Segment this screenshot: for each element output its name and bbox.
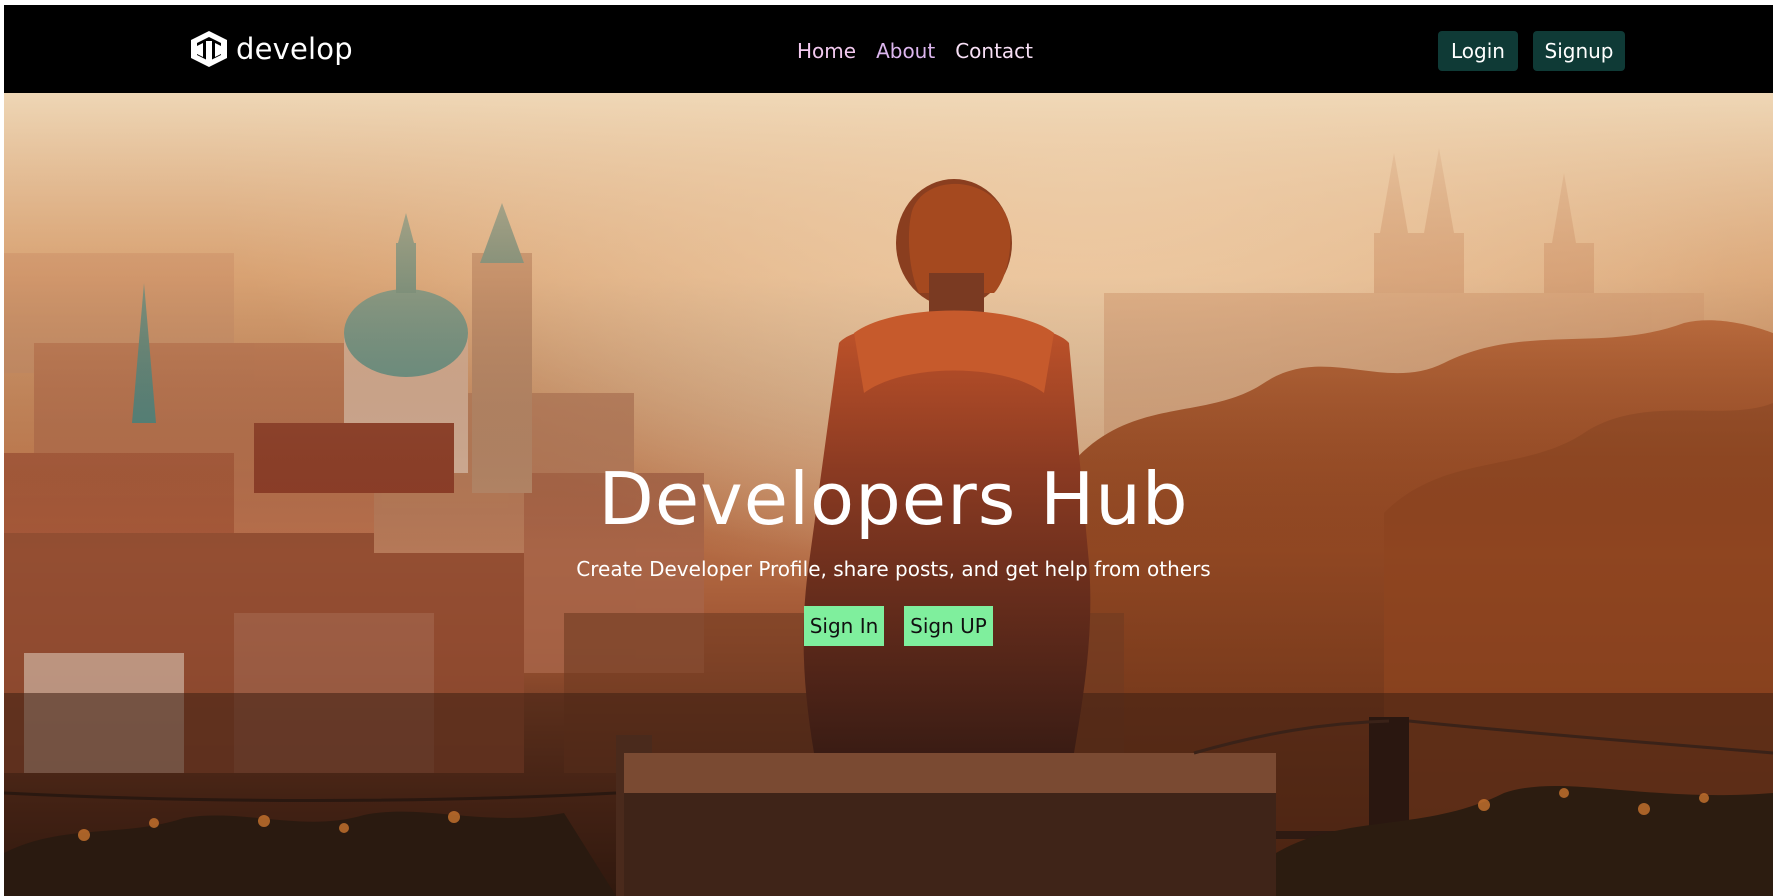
nav-link-about[interactable]: About (876, 41, 935, 61)
signup-button[interactable]: Signup (1533, 31, 1625, 71)
navbar: develop Home About Contact Login Signup (4, 5, 1773, 93)
brand-logo-icon (191, 31, 227, 67)
nav-link-contact[interactable]: Contact (955, 41, 1033, 61)
brand-name: develop (236, 31, 353, 66)
page-frame: develop Home About Contact Login Signup (4, 5, 1773, 896)
brand-link[interactable]: develop (188, 29, 353, 69)
nav-link-home[interactable]: Home (797, 41, 856, 61)
hero-signin-button[interactable]: Sign In (804, 606, 884, 646)
hero-content: Developers Hub Create Developer Profile,… (4, 93, 1773, 896)
nav-links: Home About Contact (797, 41, 1033, 61)
hero-signup-button[interactable]: Sign UP (904, 606, 993, 646)
hero-section: Developers Hub Create Developer Profile,… (4, 93, 1773, 896)
hero-title: Developers Hub (598, 457, 1189, 541)
auth-buttons: Login Signup (1438, 31, 1625, 71)
login-button[interactable]: Login (1438, 31, 1518, 71)
hero-subtitle: Create Developer Profile, share posts, a… (576, 557, 1211, 581)
hero-buttons: Sign In Sign UP (804, 606, 993, 646)
